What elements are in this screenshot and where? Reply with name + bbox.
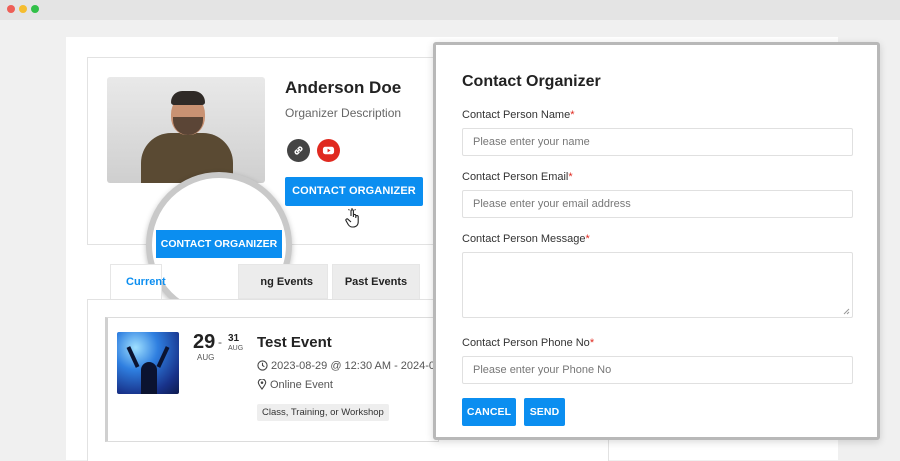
event-date-separator: - xyxy=(218,335,222,349)
event-start-day: 29 xyxy=(193,331,216,353)
email-field-label: Contact Person Email* xyxy=(462,171,573,183)
phone-input[interactable]: Please enter your Phone No xyxy=(462,356,853,384)
link-icon[interactable] xyxy=(287,139,310,162)
name-field-label: Contact Person Name* xyxy=(462,109,575,121)
event-category-badge[interactable]: Class, Training, or Workshop xyxy=(257,404,389,421)
tab-current-events[interactable]: Current xyxy=(110,264,166,299)
email-input[interactable]: Please enter your email address xyxy=(462,190,853,218)
phone-field-label: Contact Person Phone No* xyxy=(462,337,595,349)
event-start-month: AUG xyxy=(197,353,215,362)
resize-grip-icon[interactable] xyxy=(843,308,850,315)
message-textarea[interactable] xyxy=(462,252,853,318)
event-title[interactable]: Test Event xyxy=(257,334,332,351)
youtube-icon[interactable] xyxy=(317,139,340,162)
organizer-description: Organizer Description xyxy=(285,106,402,120)
event-thumbnail[interactable] xyxy=(117,332,179,394)
cancel-button[interactable]: CANCEL xyxy=(462,398,516,426)
message-field-label: Contact Person Message* xyxy=(462,233,590,245)
close-window-dot[interactable] xyxy=(7,5,15,13)
maximize-window-dot[interactable] xyxy=(31,5,39,13)
event-end-month: AUG xyxy=(228,345,244,352)
clock-icon xyxy=(257,360,268,371)
event-end-day: 31 xyxy=(228,333,240,344)
tab-upcoming-events[interactable]: ng Events xyxy=(238,264,328,299)
magnified-contact-button: CONTACT ORGANIZER xyxy=(156,230,282,258)
event-time: 2023-08-29 @ 12:30 AM - 2024-08-3 xyxy=(257,360,433,372)
modal-title: Contact Organizer xyxy=(462,73,601,90)
location-pin-icon xyxy=(257,378,267,391)
organizer-photo xyxy=(107,77,265,183)
event-location: Online Event xyxy=(257,378,333,391)
name-input[interactable]: Please enter your name xyxy=(462,128,853,156)
minimize-window-dot[interactable] xyxy=(19,5,27,13)
contact-organizer-button[interactable]: CONTACT ORGANIZER xyxy=(285,177,423,206)
event-location-text: Online Event xyxy=(270,379,333,391)
window-titlebar xyxy=(0,0,900,20)
event-time-text: 2023-08-29 @ 12:30 AM - 2024-08-3 xyxy=(271,360,433,372)
tab-past-events[interactable]: Past Events xyxy=(332,264,420,301)
send-button[interactable]: SEND xyxy=(524,398,565,426)
hand-cursor-icon xyxy=(345,208,359,228)
organizer-name: Anderson Doe xyxy=(285,78,402,97)
